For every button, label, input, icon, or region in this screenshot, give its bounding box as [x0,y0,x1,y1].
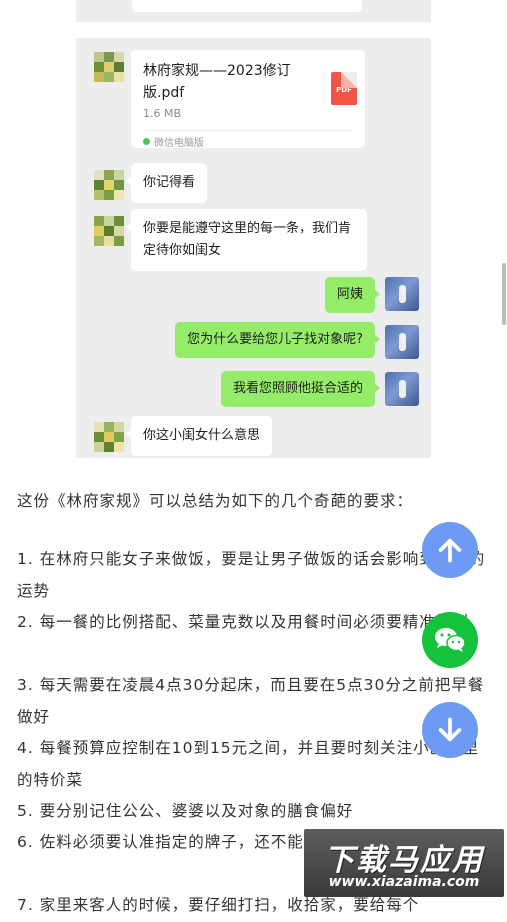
page-scrollbar[interactable] [502,263,506,325]
list-item: 3. 每天需要在凌晨4点30分起床，而且要在5点30分之前把早餐做好 [17,676,485,726]
file-message-card[interactable]: 林府家规——2023修订版.pdf 1.6 MB PDF 微信电脑版 [131,50,365,149]
contact-avatar [94,170,124,200]
arrow-down-icon [438,717,462,742]
file-source-label: 微信电脑版 [154,138,204,149]
wechat-share-button[interactable] [422,612,478,668]
list-item: 2. 每一餐的比例搭配、菜量克数以及用餐时间必须要精准控制 [17,613,469,631]
message-bubble-right: 阿姨 [324,277,381,313]
file-card-divider [143,130,353,131]
scroll-to-top-button[interactable] [422,522,478,578]
message-bubble-right: 我看您照顾他挺合适的 [220,371,381,407]
file-name: 林府家规——2023修订版.pdf [143,63,291,101]
wechat-icon [435,628,466,652]
arrow-up-icon [438,538,462,563]
message-bubble-left: 你记得看 [125,163,208,203]
chat-screenshot: 林府家规——2023修订版.pdf 1.6 MB PDF 微信电脑版 你记得看 … [76,38,431,458]
user-avatar [385,372,419,406]
watermark-url: www.xiazaima.com [328,874,480,890]
message-bubble-left: 你要是能遵守这里的每一条，我们肯定待你如闺女 [126,209,367,271]
contact-avatar [94,52,124,82]
user-avatar [385,325,419,359]
file-source: 微信电脑版 [143,134,204,149]
user-avatar [385,277,419,311]
chat-bubble-peek [132,0,362,12]
message-bubble-left: 你这小闺女什么意思 [125,416,273,456]
pdf-file-icon: PDF [331,72,357,105]
message-bubble-right: 您为什么要给您儿子找对象呢? [175,322,380,358]
pdf-icon-label: PDF [336,86,352,94]
article-intro: 这份《林府家规》可以总结为如下的几个奇葩的要求： [17,492,414,510]
list-item: 5. 要分别记住公公、婆婆以及对象的膳食偏好 [17,802,354,820]
contact-avatar [94,216,124,246]
site-watermark: 下载马应用 www.xiazaima.com [304,829,504,897]
wechat-small-icon [143,138,150,145]
scroll-to-bottom-button[interactable] [422,702,478,758]
list-item: 1. 在林府只能女子来做饭，要是让男子做饭的话会影响到家族的运势 [17,550,486,600]
file-size: 1.6 MB [143,107,182,120]
list-item: 4. 每餐预算应控制在10到15元之间，并且要时刻关注小区群里的特价菜 [17,739,480,789]
contact-avatar [94,422,124,452]
watermark-title: 下载马应用 [324,843,484,878]
chat-screenshot-top [76,0,431,22]
